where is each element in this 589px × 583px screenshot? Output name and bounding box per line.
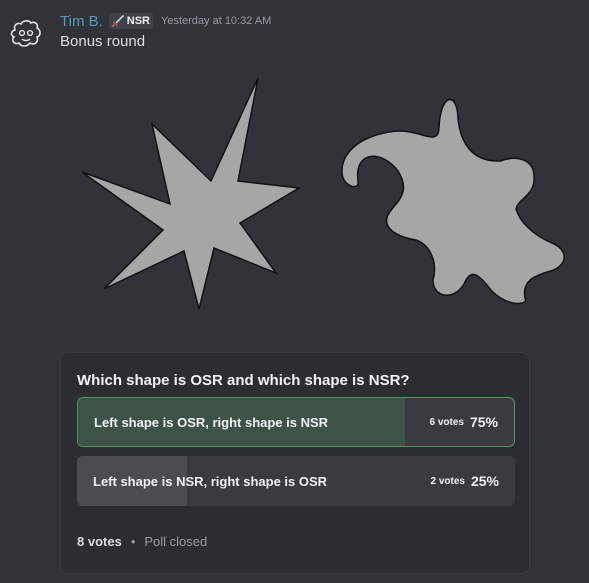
shapes-image bbox=[81, 77, 565, 310]
poll-question: Which shape is OSR and which shape is NS… bbox=[77, 372, 410, 389]
avatar[interactable] bbox=[8, 16, 44, 52]
timestamp[interactable]: Yesterday at 10:32 AM bbox=[161, 15, 271, 27]
avatar-doodle-icon bbox=[10, 20, 41, 47]
username[interactable]: Tim B. bbox=[60, 13, 103, 30]
spiky-star-shape bbox=[81, 77, 302, 310]
poll-option-1-votes: 6 votes bbox=[429, 416, 464, 428]
poll-option-2-percent: 25% bbox=[470, 473, 499, 489]
poll-option-2-label: Left shape is NSR, right shape is OSR bbox=[93, 473, 328, 489]
rounded-blob-shape bbox=[341, 98, 565, 305]
poll-footer: 8 votes • Poll closed bbox=[77, 534, 207, 549]
poll-option-1-percent: 75% bbox=[469, 414, 498, 430]
role-tag-label: NSR bbox=[126, 15, 151, 27]
sword-icon bbox=[111, 14, 125, 28]
poll-option-2-votes: 2 votes bbox=[430, 475, 465, 487]
image-attachment[interactable] bbox=[60, 70, 589, 320]
poll-option-1[interactable]: Left shape is OSR, right shape is NSR 6 … bbox=[77, 397, 515, 447]
poll-status: Poll closed bbox=[144, 534, 208, 549]
message-header: Tim B. NSR Yesterday at 10:32 AM bbox=[60, 11, 271, 31]
poll-option-1-stats: 6 votes 75% bbox=[430, 398, 499, 446]
message-text: Bonus round bbox=[60, 33, 146, 50]
poll-option-2-stats: 2 votes 25% bbox=[431, 456, 500, 506]
chat-message: Tim B. NSR Yesterday at 10:32 AM Bonus r… bbox=[0, 0, 589, 583]
poll-option-2[interactable]: Left shape is NSR, right shape is OSR 2 … bbox=[77, 456, 515, 506]
poll-card: Which shape is OSR and which shape is NS… bbox=[60, 352, 530, 574]
poll-total-votes[interactable]: 8 votes bbox=[77, 534, 122, 549]
footer-separator: • bbox=[130, 534, 136, 549]
poll-option-1-label: Left shape is OSR, right shape is NSR bbox=[94, 414, 329, 430]
role-tag[interactable]: NSR bbox=[108, 13, 154, 29]
